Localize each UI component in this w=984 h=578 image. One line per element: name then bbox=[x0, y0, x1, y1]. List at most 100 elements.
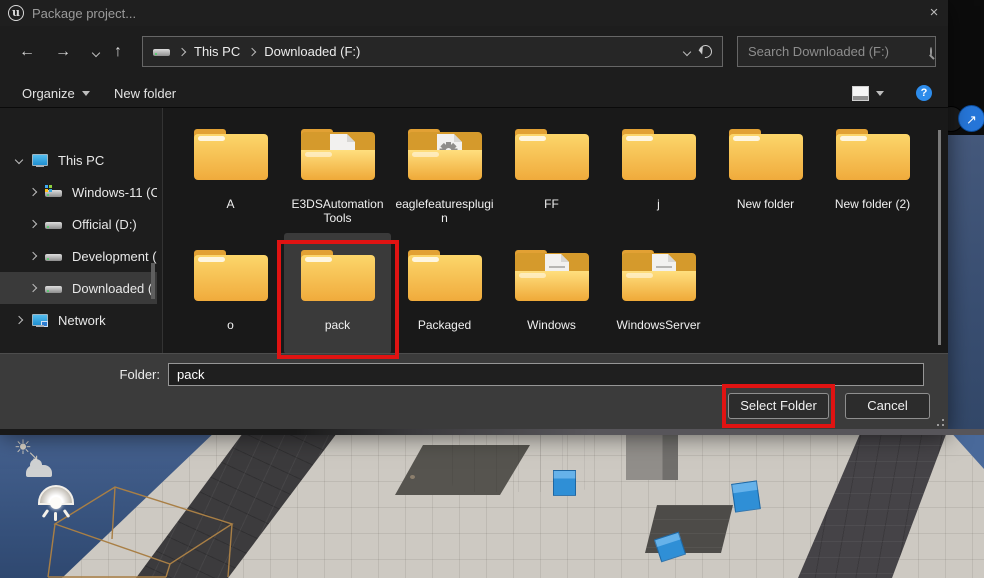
scene-pebble bbox=[410, 475, 415, 479]
search-icon[interactable] bbox=[930, 47, 932, 56]
organize-button[interactable]: Organize bbox=[22, 78, 90, 108]
folder-tile[interactable]: j bbox=[605, 112, 712, 233]
cloud-icon[interactable] bbox=[26, 465, 52, 477]
navigation-pane: This PC Windows-11 (C Official (D:) bbox=[0, 108, 163, 353]
search-box[interactable] bbox=[737, 36, 936, 67]
folder-tile[interactable]: E3DSAutomation Tools bbox=[284, 112, 391, 233]
dialog-titlebar[interactable]: u Package project... × bbox=[0, 0, 948, 26]
tree-item-icon bbox=[45, 281, 63, 296]
annotation-box-select-folder bbox=[722, 384, 835, 428]
folder-icon bbox=[723, 120, 809, 186]
folder-icon bbox=[402, 120, 488, 186]
folder-field-label: Folder: bbox=[0, 367, 168, 382]
folder-name-input[interactable] bbox=[168, 363, 924, 386]
breadcrumb-this-pc[interactable]: This PC bbox=[194, 44, 240, 59]
tree-chevron-icon[interactable] bbox=[29, 252, 37, 260]
folder-tile[interactable]: o bbox=[177, 233, 284, 353]
folder-tile[interactable]: WindowsServer bbox=[605, 233, 712, 353]
folder-icon bbox=[830, 120, 916, 186]
folder-tile[interactable]: Windows bbox=[498, 233, 605, 353]
folder-name: New folder (2) bbox=[835, 197, 910, 211]
back-button[interactable]: ← bbox=[13, 38, 41, 66]
folder-name: E3DSAutomation Tools bbox=[286, 197, 389, 225]
tree-item-label: This PC bbox=[58, 153, 104, 168]
scene-gray-box-small bbox=[626, 430, 678, 480]
annotation-box-pack-folder bbox=[277, 240, 399, 359]
folder-icon bbox=[295, 120, 381, 186]
folder-name: j bbox=[657, 197, 660, 211]
folder-name: A bbox=[226, 197, 234, 211]
help-icon: ? bbox=[916, 85, 932, 101]
command-toolbar: Organize New folder ? bbox=[0, 78, 948, 108]
folder-name: o bbox=[227, 318, 234, 332]
sidebar-item[interactable]: Official (D:) bbox=[0, 208, 157, 240]
sidebar-item[interactable]: Network bbox=[0, 304, 157, 336]
up-button[interactable]: ↑ bbox=[104, 38, 132, 66]
close-button[interactable]: × bbox=[920, 0, 948, 26]
skylight-bulb bbox=[50, 497, 62, 509]
search-input[interactable] bbox=[748, 44, 924, 59]
folder-tile[interactable]: New folder bbox=[712, 112, 819, 233]
tree-item-label: Network bbox=[58, 313, 106, 328]
folder-icon bbox=[509, 241, 595, 307]
folder-name: Windows bbox=[527, 318, 576, 332]
skylight-ray bbox=[54, 512, 57, 521]
folder-icon bbox=[616, 241, 702, 307]
tree-item-icon bbox=[31, 153, 49, 168]
address-dropdown-icon[interactable] bbox=[683, 47, 691, 55]
folder-tile[interactable]: New folder (2) bbox=[819, 112, 926, 233]
editor-toolbar-strip bbox=[0, 429, 984, 435]
folder-icon bbox=[509, 120, 595, 186]
folder-tile[interactable]: FF bbox=[498, 112, 605, 233]
forward-button[interactable]: → bbox=[49, 38, 77, 66]
new-folder-button[interactable]: New folder bbox=[114, 78, 176, 108]
unreal-logo-icon: u bbox=[8, 5, 24, 21]
folder-tile[interactable]: A bbox=[177, 112, 284, 233]
viewport-sky-strip bbox=[948, 135, 984, 430]
sidebar-item[interactable]: This PC bbox=[0, 144, 157, 176]
skylight-icon[interactable] bbox=[36, 485, 76, 521]
folder-name: New folder bbox=[737, 197, 794, 211]
launch-button[interactable]: ↗ bbox=[958, 105, 984, 132]
tree-chevron-icon[interactable] bbox=[29, 220, 37, 228]
tree-item-label: Downloaded ( bbox=[72, 281, 152, 296]
caret-down-icon bbox=[876, 91, 884, 96]
help-button[interactable]: ? bbox=[916, 78, 932, 108]
sun-icon[interactable]: ☀↘ bbox=[14, 435, 32, 460]
breadcrumb-downloaded[interactable]: Downloaded (F:) bbox=[264, 44, 360, 59]
sidebar-scrollbar[interactable] bbox=[151, 263, 155, 299]
sidebar-item[interactable]: Downloaded ( bbox=[0, 272, 157, 304]
scene-sky-corner bbox=[948, 429, 984, 469]
tree-chevron-icon[interactable] bbox=[15, 316, 23, 324]
cancel-button[interactable]: Cancel bbox=[845, 393, 930, 419]
chevron-right-icon bbox=[248, 47, 256, 55]
launch-arrow-icon: ↗ bbox=[966, 112, 977, 127]
file-dialog: u Package project... × ← → ↑ This PC Dow… bbox=[0, 0, 948, 430]
view-options-button[interactable] bbox=[852, 78, 884, 108]
tree-chevron-icon[interactable] bbox=[15, 156, 23, 164]
folder-name: Packaged bbox=[418, 318, 471, 332]
address-bar[interactable]: This PC Downloaded (F:) bbox=[142, 36, 723, 67]
folder-name: FF bbox=[544, 197, 559, 211]
file-list-scrollbar[interactable] bbox=[938, 130, 941, 345]
sidebar-tree: This PC Windows-11 (C Official (D:) bbox=[0, 144, 157, 336]
sidebar-item[interactable]: Development ( bbox=[0, 240, 157, 272]
tree-chevron-icon[interactable] bbox=[29, 284, 37, 292]
tree-chevron-icon[interactable] bbox=[29, 188, 37, 196]
folder-name: WindowsServer bbox=[616, 318, 700, 332]
folder-tile[interactable]: eaglefeaturesplugin bbox=[391, 112, 498, 233]
chevron-right-icon bbox=[178, 47, 186, 55]
folder-field-row: Folder: bbox=[0, 363, 948, 386]
new-folder-label: New folder bbox=[114, 86, 176, 101]
drive-icon bbox=[153, 46, 170, 58]
refresh-icon[interactable] bbox=[696, 42, 714, 60]
folder-icon bbox=[402, 241, 488, 307]
tree-item-icon bbox=[45, 185, 63, 200]
folder-tile[interactable]: Packaged bbox=[391, 233, 498, 353]
sidebar-item[interactable]: Windows-11 (C bbox=[0, 176, 157, 208]
blue-cube bbox=[731, 480, 761, 512]
resize-grip[interactable] bbox=[942, 424, 944, 426]
folder-icon bbox=[188, 120, 274, 186]
tree-item-label: Development ( bbox=[72, 249, 157, 264]
dialog-main-area: This PC Windows-11 (C Official (D:) bbox=[0, 108, 948, 353]
